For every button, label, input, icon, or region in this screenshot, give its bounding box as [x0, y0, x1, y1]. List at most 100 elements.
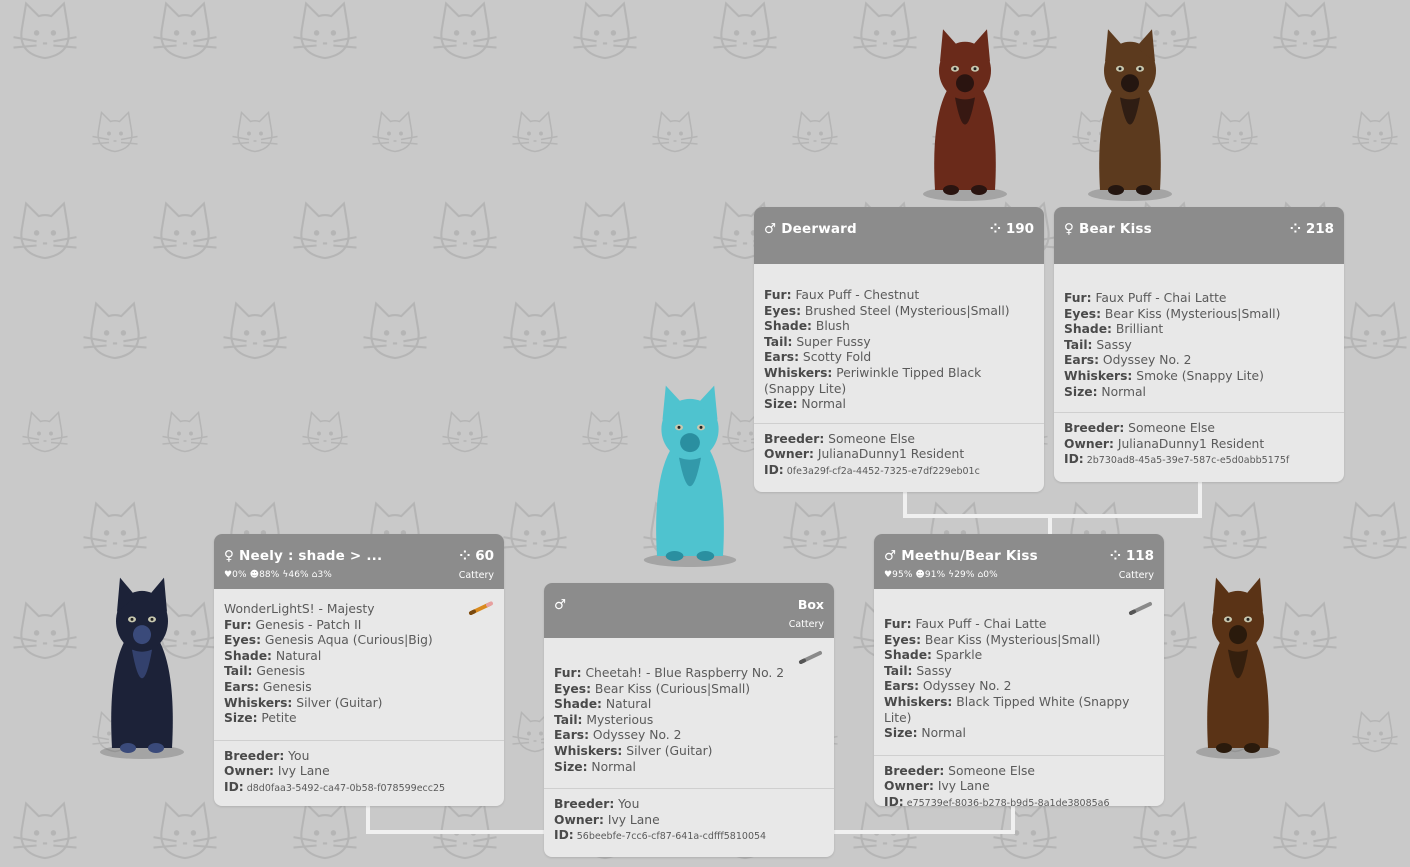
breeder-value: Someone Else — [1128, 421, 1215, 436]
cat-stats: ♥95% ☻91% ϟ29% ⌂0% — [884, 570, 998, 580]
cattery-label: Cattery — [1118, 570, 1154, 581]
cat-face-doodle-icon — [503, 501, 567, 560]
trait-size: Normal — [591, 759, 636, 774]
card-ownership: Breeder: Someone Else Owner: Ivy Lane ID… — [874, 756, 1164, 806]
cat-name[interactable]: Box — [798, 597, 824, 612]
cat-name[interactable]: ♂ Deerward — [764, 221, 857, 237]
trait-shade: Sparkle — [935, 648, 983, 663]
cat-figure-neely[interactable] — [92, 570, 192, 760]
generation-badge: ⁘ 218 — [1289, 221, 1334, 237]
trait-tail: Sassy — [1096, 337, 1132, 352]
cat-face-doodle-icon — [442, 410, 488, 453]
cat-name[interactable]: ♀ Bear Kiss — [1064, 221, 1152, 237]
trait-eyes: Brushed Steel (Mysterious|Small) — [804, 303, 1010, 318]
gender-marker: ♂ — [554, 597, 566, 613]
generation-icon: ⁘ — [1109, 548, 1122, 564]
trait-size: Petite — [261, 711, 297, 726]
cat-face-doodle-icon — [1343, 301, 1407, 360]
cat-face-doodle-icon — [13, 601, 77, 660]
breeder-value: You — [618, 797, 640, 812]
cat-face-doodle-icon — [372, 110, 418, 153]
cat-face-doodle-icon — [582, 410, 628, 453]
trait-size: Normal — [921, 726, 966, 741]
cat-face-doodle-icon — [503, 301, 567, 360]
cat-face-doodle-icon — [83, 501, 147, 560]
card-traits: Fur: Cheetah! - Blue Raspberry No. 2 Eye… — [544, 638, 834, 788]
cat-face-doodle-icon — [153, 201, 217, 260]
owner-value: JulianaDunny1 Resident — [1117, 436, 1265, 451]
trait-fur: Cheetah! - Blue Raspberry No. 2 — [585, 666, 785, 680]
trait-ears: Genesis — [262, 679, 312, 694]
cat-name[interactable]: ♀ Neely : shade > ... — [224, 548, 382, 564]
trait-whiskers: Silver (Guitar) — [626, 743, 713, 758]
trait-whiskers: Silver (Guitar) — [296, 695, 383, 710]
cat-face-doodle-icon — [153, 801, 217, 860]
cat-card-meethu[interactable]: ♂ Meethu/Bear Kiss ⁘ 118 ♥95% ☻91% ϟ29% … — [874, 534, 1164, 806]
trait-eyes: Bear Kiss (Mysterious|Small) — [1104, 306, 1281, 321]
generation-badge: ⁘ 190 — [989, 221, 1034, 237]
owner-value: JulianaDunny1 Resident — [817, 447, 965, 462]
breeder-value: You — [288, 748, 310, 763]
connector-grandparents-bar — [903, 514, 1202, 518]
trait-ears: Odyssey No. 2 — [592, 728, 682, 743]
cat-face-doodle-icon — [652, 110, 698, 153]
cat-card-bear-kiss[interactable]: ♀ Bear Kiss ⁘ 218 Fur: Faux Puff - Chai … — [1054, 207, 1344, 482]
cat-face-doodle-icon — [1203, 501, 1267, 560]
cat-face-doodle-icon — [293, 1, 357, 60]
generation-icon: ⁘ — [989, 221, 1002, 237]
owner-value: Ivy Lane — [607, 812, 660, 827]
cat-figure-meethu[interactable] — [1188, 570, 1288, 760]
male-icon: ♂ — [764, 221, 777, 237]
cat-figure-box[interactable] — [635, 378, 745, 568]
cat-face-doodle-icon — [232, 110, 278, 153]
cat-face-doodle-icon — [433, 1, 497, 60]
female-icon: ♀ — [224, 548, 235, 564]
owner-value: Ivy Lane — [277, 764, 330, 779]
id-value: d8d0faa3-5492-ca47-0b58-f078599ecc25 — [246, 782, 446, 794]
generation-icon: ⁘ — [459, 548, 471, 564]
trait-shade: Natural — [275, 648, 322, 663]
id-value: 2b730ad8-45a5-39e7-587c-e5d0abb5175f — [1086, 455, 1290, 467]
trait-fur: Genesis - Patch II — [255, 617, 362, 632]
cat-face-doodle-icon — [83, 301, 147, 360]
trait-fur: Faux Puff - Chai Latte — [915, 617, 1047, 631]
cat-card-neely[interactable]: ♀ Neely : shade > ... ⁘ 60 ♥0% ☻88% ϟ46%… — [214, 534, 504, 806]
cattery-label: Cattery — [788, 619, 824, 630]
cat-face-doodle-icon — [13, 1, 77, 60]
card-ownership: Breeder: You Owner: Ivy Lane ID: d8d0faa… — [224, 748, 446, 794]
cat-figure-bearkiss[interactable] — [1080, 22, 1180, 202]
trait-fur: Faux Puff - Chai Latte — [1095, 291, 1227, 305]
trait-shade: Natural — [605, 697, 652, 712]
cat-face-doodle-icon — [1352, 110, 1398, 153]
edit-pencil-icon[interactable] — [1128, 601, 1154, 615]
cat-figure-deerward[interactable] — [915, 22, 1015, 202]
trait-tail: Genesis — [256, 664, 306, 679]
cat-face-doodle-icon — [1273, 801, 1337, 860]
trait-size: Normal — [1101, 384, 1146, 399]
edit-pencil-icon[interactable] — [468, 601, 494, 615]
cat-card-deerward[interactable]: ♂ Deerward ⁘ 190 Fur: Faux Puff - Chestn… — [754, 207, 1044, 492]
cat-face-doodle-icon — [223, 301, 287, 360]
cat-face-doodle-icon — [363, 301, 427, 360]
card-header: ♂ Meethu/Bear Kiss ⁘ 118 ♥95% ☻91% ϟ29% … — [874, 534, 1164, 589]
id-value: 56beebfe-7cc6-cf87-641a-cdfff5810054 — [576, 831, 767, 843]
male-icon: ♂ — [554, 597, 567, 613]
trait-tail: Sassy — [916, 663, 952, 678]
male-icon: ♂ — [884, 548, 897, 564]
cat-face-doodle-icon — [293, 201, 357, 260]
trait-tail: Mysterious — [586, 712, 654, 727]
owner-value: Ivy Lane — [937, 779, 990, 794]
breeder-value: Someone Else — [828, 431, 915, 446]
cat-name[interactable]: ♂ Meethu/Bear Kiss — [884, 548, 1038, 564]
cat-face-doodle-icon — [783, 501, 847, 560]
generation-icon: ⁘ — [1289, 221, 1302, 237]
cat-face-doodle-icon — [1352, 710, 1398, 753]
connector-grandparents-right — [1198, 482, 1202, 518]
breeder-value: Someone Else — [948, 763, 1035, 778]
card-header: ♂ Deerward ⁘ 190 — [754, 207, 1044, 264]
cat-face-doodle-icon — [1133, 801, 1197, 860]
id-value: e75739ef-8036-b278-b9d5-8a1de38085a6 — [906, 797, 1110, 806]
cat-face-doodle-icon — [792, 110, 838, 153]
edit-pencil-icon[interactable] — [798, 650, 824, 664]
cat-card-box[interactable]: ♂ Box Cattery Fur: Cheetah! - Blue Raspb… — [544, 583, 834, 857]
